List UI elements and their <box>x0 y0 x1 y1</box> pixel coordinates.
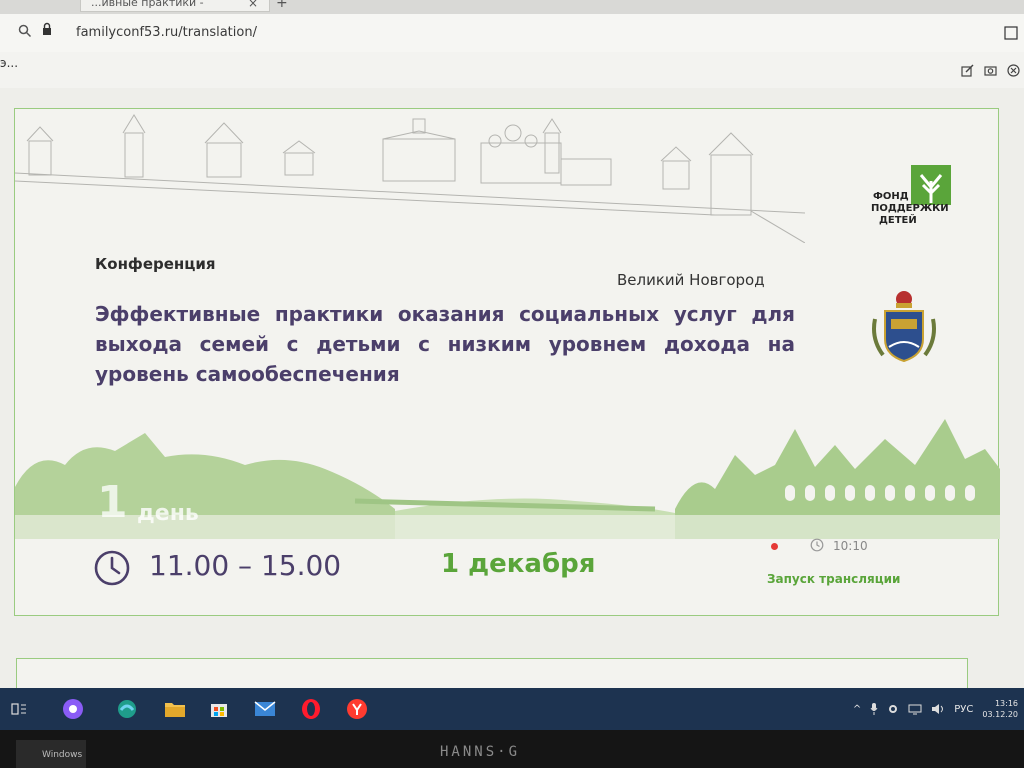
lock-icon <box>43 22 51 35</box>
network-icon[interactable] <box>908 703 922 715</box>
page-content: Конференция Великий Новгород Эффективные… <box>0 88 1024 718</box>
file-explorer-icon[interactable] <box>162 696 188 722</box>
taskbar-clock[interactable]: 13:16 03.12.20 <box>982 698 1018 720</box>
fund-logo: ФОНД ПОДДЕРЖКИ ДЕТЕЙ <box>871 165 961 255</box>
address-bar: familyconf53.ru/translation/ <box>0 14 1024 52</box>
browser-menu-icon[interactable] <box>1004 26 1018 40</box>
url-input[interactable]: familyconf53.ru/translation/ <box>76 25 257 40</box>
alice-assistant-icon[interactable] <box>60 696 86 722</box>
taskbar-time: 13:16 <box>994 699 1018 708</box>
mail-icon[interactable] <box>252 696 278 722</box>
live-indicator <box>771 543 778 550</box>
toolbar-label[interactable]: э... <box>0 56 18 70</box>
chevron-up-icon[interactable]: ^ <box>853 704 861 715</box>
stream-time: 10:10 <box>833 539 868 553</box>
day-number: 1 <box>97 477 128 528</box>
new-tab-icon[interactable]: + <box>276 0 288 11</box>
language-indicator[interactable]: РУС <box>954 704 973 715</box>
city-label: Великий Новгород <box>617 271 765 289</box>
fund-logo-line3: ДЕТЕЙ <box>879 215 917 226</box>
monitor-brand: HANNS·G <box>440 744 521 760</box>
launch-stream-button[interactable]: Запуск трансляции <box>767 572 900 586</box>
conference-card: Конференция Великий Новгород Эффективные… <box>14 108 1000 616</box>
system-tray: ^ РУС 13:16 03.12.20 <box>853 694 1024 724</box>
opera-browser-icon[interactable] <box>298 696 324 722</box>
coat-of-arms-icon <box>872 291 936 363</box>
task-view-icon[interactable] <box>6 696 32 722</box>
conference-date: 1 декабря <box>441 549 596 579</box>
fund-logo-line1: ФОНД <box>873 191 909 202</box>
tab-strip: ...ивные практики - × + <box>0 0 1024 14</box>
conference-label: Конференция <box>95 255 216 273</box>
search-icon[interactable] <box>18 24 32 38</box>
clock-icon <box>94 550 130 586</box>
settings-icon[interactable] <box>887 703 899 715</box>
store-icon[interactable] <box>206 696 232 722</box>
monitor-bezel: Windows HANNS·G <box>0 730 1024 768</box>
camera-icon[interactable] <box>984 64 997 77</box>
close-icon[interactable] <box>1007 64 1020 77</box>
stream-clock-icon <box>810 538 824 552</box>
microphone-icon[interactable] <box>870 703 878 715</box>
tab-title: ...ивные практики - <box>91 0 204 9</box>
windows-sticker-label: Windows <box>42 750 83 760</box>
taskbar-date: 03.12.20 <box>982 710 1018 719</box>
taskbar: ^ РУС 13:16 03.12.20 <box>0 688 1024 730</box>
screen: ...ивные практики - × + familyconf53.ru/… <box>0 0 1024 768</box>
kremlin-line-illustration <box>15 114 805 243</box>
browser-toolbar: э... <box>0 52 1024 88</box>
day-word: день <box>137 501 199 526</box>
yandex-browser-icon[interactable] <box>344 696 370 722</box>
windows-sticker: Windows <box>16 740 86 768</box>
edit-icon[interactable] <box>961 64 974 77</box>
tab-close-icon[interactable]: × <box>248 0 258 10</box>
volume-icon[interactable] <box>931 703 945 715</box>
edge-browser-icon[interactable] <box>114 696 140 722</box>
conference-title: Эффективные практики оказания социальных… <box>95 302 795 386</box>
fund-logo-line2: ПОДДЕРЖКИ <box>871 203 949 214</box>
browser-tab[interactable]: ...ивные практики - <box>80 0 270 12</box>
time-range: 11.00 – 15.00 <box>149 549 342 582</box>
